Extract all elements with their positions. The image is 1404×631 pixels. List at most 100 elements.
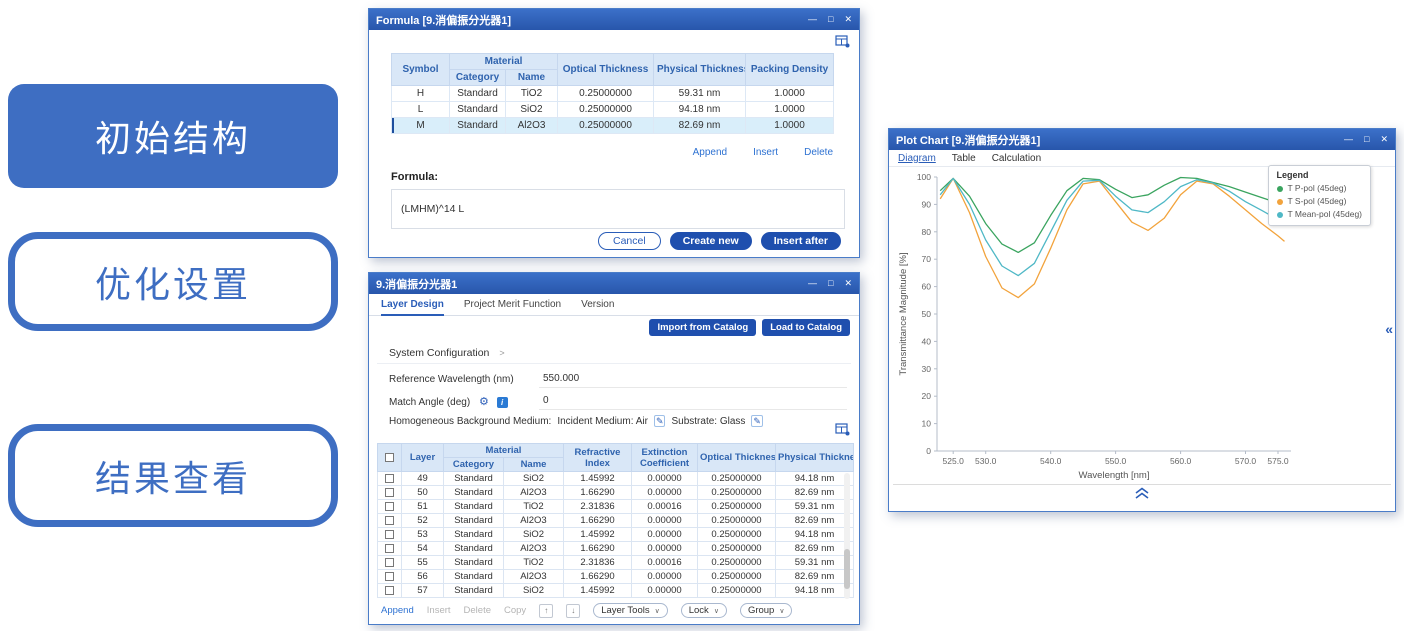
col-packing-density[interactable]: Packing Density bbox=[746, 54, 834, 86]
row-checkbox[interactable] bbox=[385, 474, 394, 483]
col-material[interactable]: Material bbox=[444, 444, 564, 458]
minimize-icon[interactable]: — bbox=[1344, 135, 1353, 144]
formula-titlebar[interactable]: Formula [9.消偏振分光器1] — □ ✕ bbox=[369, 9, 859, 30]
expand-up-icon[interactable] bbox=[1134, 486, 1150, 504]
layer-titlebar[interactable]: 9.消偏振分光器1 — □ ✕ bbox=[369, 273, 859, 294]
edit-icon[interactable]: ✎ bbox=[751, 415, 763, 427]
col-refractive-index[interactable]: Refractive Index bbox=[564, 444, 632, 472]
layer-tools-dropdown[interactable]: Layer Tools ∨ bbox=[593, 603, 668, 618]
insert-after-button[interactable]: Insert after bbox=[761, 232, 841, 250]
svg-text:60: 60 bbox=[922, 282, 932, 292]
menu-calculation[interactable]: Calculation bbox=[992, 153, 1041, 164]
menu-diagram[interactable]: Diagram bbox=[898, 153, 936, 164]
svg-text:540.0: 540.0 bbox=[1040, 456, 1062, 466]
formula-table-row[interactable]: HStandardTiO20.2500000059.31 nm1.0000 bbox=[392, 86, 834, 102]
row-checkbox[interactable] bbox=[385, 516, 394, 525]
minimize-icon[interactable]: — bbox=[808, 279, 817, 288]
scrollbar-thumb[interactable] bbox=[844, 549, 850, 589]
menu-table[interactable]: Table bbox=[952, 153, 976, 164]
move-down-button[interactable]: ↓ bbox=[566, 604, 580, 618]
insert-link[interactable]: Insert bbox=[753, 147, 778, 158]
col-optical-thickness[interactable]: Optical Thickness bbox=[558, 54, 654, 86]
system-configuration-toggle[interactable]: System Configuration > bbox=[389, 347, 505, 359]
tab-project-merit-function[interactable]: Project Merit Function bbox=[464, 299, 561, 310]
formula-input[interactable]: (LMHM)^14 L bbox=[391, 189, 845, 229]
cancel-button[interactable]: Cancel bbox=[598, 232, 661, 250]
col-symbol[interactable]: Symbol bbox=[392, 54, 450, 86]
group-dropdown[interactable]: Group ∨ bbox=[740, 603, 793, 618]
svg-text:560.0: 560.0 bbox=[1170, 456, 1192, 466]
append-link[interactable]: Append bbox=[693, 147, 727, 158]
delete-button[interactable]: Delete bbox=[464, 605, 491, 616]
layer-table-row[interactable]: 50StandardAl2O31.662900.000000.250000008… bbox=[378, 486, 854, 500]
layer-table-row[interactable]: 57StandardSiO21.459920.000000.2500000094… bbox=[378, 584, 854, 598]
close-icon[interactable]: ✕ bbox=[844, 15, 852, 24]
formula-value: (LMHM)^14 L bbox=[401, 203, 464, 215]
row-checkbox[interactable] bbox=[385, 586, 394, 595]
delete-link[interactable]: Delete bbox=[804, 147, 833, 158]
move-up-button[interactable]: ↑ bbox=[539, 604, 553, 618]
insert-button[interactable]: Insert bbox=[427, 605, 451, 616]
import-from-catalog-button[interactable]: Import from Catalog bbox=[649, 319, 756, 336]
col-extinction-coefficient[interactable]: Extinction Coefficient bbox=[632, 444, 698, 472]
info-icon[interactable]: i bbox=[497, 397, 508, 408]
maximize-icon[interactable]: □ bbox=[1364, 135, 1369, 144]
layer-table-row[interactable]: 53StandardSiO21.459920.000000.2500000094… bbox=[378, 528, 854, 542]
collapse-panel-icon[interactable]: « bbox=[1385, 321, 1393, 337]
legend-color-dot bbox=[1277, 212, 1283, 218]
tab-layer-design[interactable]: Layer Design bbox=[381, 299, 444, 310]
layer-table-row[interactable]: 49StandardSiO21.459920.000000.2500000094… bbox=[378, 472, 854, 486]
row-checkbox[interactable] bbox=[385, 572, 394, 581]
grid-settings-icon[interactable] bbox=[835, 35, 850, 53]
layer-table-row[interactable]: 51StandardTiO22.318360.000160.2500000059… bbox=[378, 500, 854, 514]
row-checkbox[interactable] bbox=[385, 544, 394, 553]
svg-text:30: 30 bbox=[922, 364, 932, 374]
layer-table-row[interactable]: 55StandardTiO22.318360.000160.2500000059… bbox=[378, 556, 854, 570]
layer-table-row[interactable]: 56StandardAl2O31.662900.000000.250000008… bbox=[378, 570, 854, 584]
row-checkbox[interactable] bbox=[385, 558, 394, 567]
step-optimization-settings-label: 优化设置 bbox=[95, 256, 251, 308]
maximize-icon[interactable]: □ bbox=[828, 279, 833, 288]
chevron-down-icon: ∨ bbox=[655, 607, 660, 615]
load-to-catalog-button[interactable]: Load to Catalog bbox=[762, 319, 850, 336]
formula-table-row[interactable]: LStandardSiO20.2500000094.18 nm1.0000 bbox=[392, 102, 834, 118]
col-physical-thickness[interactable]: Physical Thickness bbox=[776, 444, 854, 472]
col-category[interactable]: Category bbox=[450, 70, 506, 86]
row-checkbox[interactable] bbox=[385, 502, 394, 511]
match-angle-label: Match Angle (deg) ⚙ i bbox=[389, 395, 517, 408]
copy-button[interactable]: Copy bbox=[504, 605, 526, 616]
col-optical-thickness[interactable]: Optical Thickness bbox=[698, 444, 776, 472]
grid-settings-icon[interactable] bbox=[835, 423, 850, 441]
col-physical-thickness[interactable]: Physical Thickness bbox=[654, 54, 746, 86]
plot-titlebar[interactable]: Plot Chart [9.消偏振分光器1] — □ ✕ bbox=[889, 129, 1395, 150]
edit-icon[interactable]: ✎ bbox=[654, 415, 666, 427]
gear-icon[interactable]: ⚙ bbox=[479, 396, 489, 408]
select-all-checkbox[interactable] bbox=[385, 453, 394, 462]
col-category[interactable]: Category bbox=[444, 458, 504, 472]
close-icon[interactable]: ✕ bbox=[1380, 135, 1388, 144]
up-arrow-icon: ↑ bbox=[544, 606, 548, 615]
maximize-icon[interactable]: □ bbox=[828, 15, 833, 24]
col-layer[interactable]: Layer bbox=[402, 444, 444, 472]
col-material[interactable]: Material bbox=[450, 54, 558, 70]
layer-table-row[interactable]: 54StandardAl2O31.662900.000000.250000008… bbox=[378, 542, 854, 556]
formula-table-row[interactable]: MStandardAl2O30.2500000082.69 nm1.0000 bbox=[392, 118, 834, 134]
col-name[interactable]: Name bbox=[504, 458, 564, 472]
tab-version[interactable]: Version bbox=[581, 299, 614, 310]
create-new-button[interactable]: Create new bbox=[670, 232, 752, 250]
background-medium-label: Homogeneous Background Medium: bbox=[389, 416, 551, 427]
reference-wavelength-input[interactable]: 550.000 bbox=[539, 370, 847, 388]
layer-table-row[interactable]: 52StandardAl2O31.662900.000000.250000008… bbox=[378, 514, 854, 528]
svg-text:0: 0 bbox=[926, 446, 931, 456]
substrate-value: Substrate: Glass bbox=[671, 416, 745, 427]
row-checkbox[interactable] bbox=[385, 488, 394, 497]
svg-text:Wavelength [nm]: Wavelength [nm] bbox=[1079, 470, 1150, 481]
table-scrollbar[interactable] bbox=[844, 473, 850, 599]
col-name[interactable]: Name bbox=[506, 70, 558, 86]
minimize-icon[interactable]: — bbox=[808, 15, 817, 24]
row-checkbox[interactable] bbox=[385, 530, 394, 539]
lock-dropdown[interactable]: Lock ∨ bbox=[681, 603, 727, 618]
close-icon[interactable]: ✕ bbox=[844, 279, 852, 288]
match-angle-input[interactable]: 0 bbox=[539, 392, 847, 410]
append-button[interactable]: Append bbox=[381, 605, 414, 616]
